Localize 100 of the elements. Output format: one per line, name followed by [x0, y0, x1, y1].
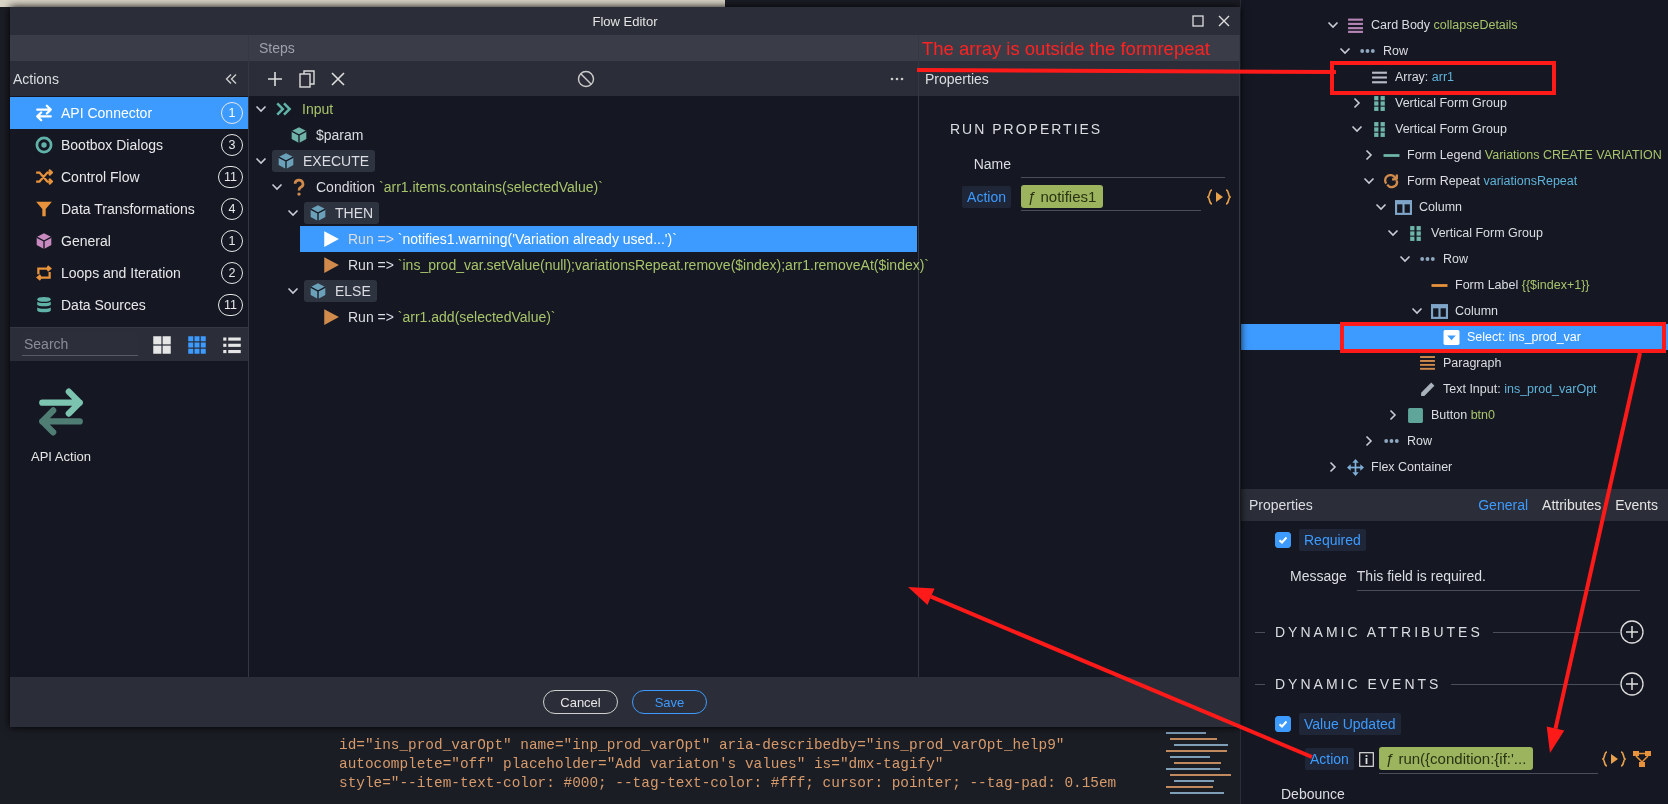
- move-icon: [1347, 458, 1364, 476]
- tree-item[interactable]: Button btn0: [1241, 402, 1668, 428]
- search-bar[interactable]: Search: [10, 327, 248, 361]
- chevron-down-icon[interactable]: [1339, 45, 1351, 57]
- panel-title: Steps: [259, 40, 295, 56]
- tree-item-label: Column: [1455, 304, 1499, 318]
- info-icon[interactable]: [1358, 751, 1374, 767]
- more-icon[interactable]: [890, 76, 904, 81]
- braces-play-icon[interactable]: [1207, 187, 1231, 206]
- chevron-down-icon[interactable]: [255, 103, 267, 115]
- step-row[interactable]: $param: [268, 122, 917, 148]
- checkmark-icon: [1277, 718, 1289, 730]
- dash-icon: [1383, 153, 1400, 157]
- tree-item[interactable]: Vertical Form Group: [1241, 116, 1668, 142]
- chevron-down-icon[interactable]: [287, 285, 299, 297]
- collapse-icon[interactable]: [224, 72, 238, 85]
- action-category[interactable]: Data Transformations 4: [10, 193, 248, 225]
- columns-icon: [1395, 198, 1412, 216]
- tab[interactable]: General: [1478, 497, 1529, 513]
- tree-item[interactable]: Row: [1241, 38, 1668, 64]
- tree-item-label: Form Label {{$index+1}}: [1455, 278, 1590, 292]
- step-row[interactable]: EXECUTE: [252, 148, 917, 174]
- add-icon[interactable]: [1620, 672, 1644, 696]
- tree-item[interactable]: Array: arr1: [1241, 64, 1668, 90]
- step-row[interactable]: Condition `arr1.items.contains(selectedValue)`: [268, 174, 917, 200]
- tree-item[interactable]: Row: [1241, 246, 1668, 272]
- section-title: DYNAMIC EVENTS: [1275, 676, 1442, 692]
- action-category[interactable]: Data Sources 11: [10, 289, 248, 321]
- tree-item-label: Vertical Form Group: [1395, 96, 1507, 110]
- chevron-down-icon[interactable]: [1351, 123, 1363, 135]
- chevron-right-icon[interactable]: [1363, 149, 1375, 161]
- tree-item[interactable]: Vertical Form Group: [1241, 90, 1668, 116]
- tree-item-label: Flex Container: [1371, 460, 1453, 474]
- action-tile[interactable]: API Action: [23, 387, 99, 464]
- chevron-down-icon[interactable]: [1387, 227, 1399, 239]
- action-field[interactable]: ƒ notifies1: [1021, 182, 1201, 211]
- chevron-down-icon[interactable]: [287, 207, 299, 219]
- chevron-right-icon[interactable]: [1327, 461, 1339, 473]
- tree-item[interactable]: Card Body collapseDetails: [1241, 12, 1668, 38]
- close-icon[interactable]: [1218, 15, 1230, 27]
- step-row[interactable]: ELSE: [284, 278, 917, 304]
- grid-view-icon[interactable]: [187, 334, 207, 355]
- action-category[interactable]: Control Flow 11: [10, 161, 248, 193]
- tree-item[interactable]: Column: [1241, 298, 1668, 324]
- square-icon: [1407, 406, 1424, 424]
- checkbox[interactable]: [1275, 532, 1291, 548]
- tree-item[interactable]: Flex Container: [1241, 454, 1668, 480]
- maximize-icon[interactable]: [1192, 15, 1204, 27]
- add-icon[interactable]: [267, 70, 283, 87]
- copy-icon[interactable]: [299, 69, 315, 88]
- tree-item[interactable]: Vertical Form Group: [1241, 220, 1668, 246]
- flow-icon[interactable]: [1631, 750, 1652, 768]
- checkbox-label: Required: [1299, 529, 1366, 551]
- tree-item[interactable]: Row: [1241, 428, 1668, 454]
- braces-play-icon[interactable]: [1601, 750, 1626, 768]
- checkmark-icon: [1277, 534, 1289, 546]
- window-title: Flow Editor: [592, 13, 658, 29]
- chevron-right-icon[interactable]: [1351, 97, 1363, 109]
- close-icon[interactable]: [331, 71, 345, 86]
- chevron-down-icon[interactable]: [255, 155, 267, 167]
- tree-item-label: Vertical Form Group: [1395, 122, 1507, 136]
- chevron-right-icon[interactable]: [1363, 435, 1375, 447]
- action-category[interactable]: Bootbox Dialogs 3: [10, 129, 248, 161]
- tree-item[interactable]: Form Legend Variations CREATE VARIATION: [1241, 142, 1668, 168]
- grid-view-icon[interactable]: [152, 334, 172, 355]
- message-field[interactable]: This field is required.: [1356, 561, 1640, 591]
- step-row[interactable]: THEN: [284, 200, 917, 226]
- arrows-icon: [36, 387, 86, 437]
- grid-icon: [1407, 224, 1424, 242]
- dropdown-icon: [1443, 328, 1460, 346]
- chevron-down-icon[interactable]: [1411, 305, 1423, 317]
- chevron-down-icon[interactable]: [1363, 175, 1375, 187]
- action-category[interactable]: Loops and Iteration 2: [10, 257, 248, 289]
- step-row[interactable]: Run => `arr1.add(selectedValue)`: [300, 304, 917, 330]
- tree-item[interactable]: Column: [1241, 194, 1668, 220]
- double-chevron-icon: [274, 100, 294, 118]
- tree-item-label: Row: [1443, 252, 1468, 266]
- chevron-down-icon[interactable]: [1375, 201, 1387, 213]
- tab[interactable]: Events: [1615, 497, 1658, 513]
- tree-item[interactable]: Form Label {{$index+1}}: [1241, 272, 1668, 298]
- tree-item[interactable]: Form Repeat variationsRepeat: [1241, 168, 1668, 194]
- panel-title: Properties: [924, 70, 989, 87]
- tree-item[interactable]: Text Input: ins_prod_varOpt: [1241, 376, 1668, 402]
- chevron-down-icon[interactable]: [1327, 19, 1339, 31]
- add-icon[interactable]: [1620, 620, 1644, 644]
- tree-item[interactable]: Paragraph: [1241, 350, 1668, 376]
- disable-icon[interactable]: [576, 69, 595, 88]
- arrows-icon: [35, 104, 53, 122]
- checkbox[interactable]: [1275, 716, 1291, 732]
- tab[interactable]: Attributes: [1542, 497, 1602, 513]
- chevron-down-icon[interactable]: [1399, 253, 1411, 265]
- step-label: Run => `arr1.add(selectedValue)`: [348, 309, 556, 325]
- field-label: Action: [962, 185, 1011, 208]
- chevron-down-icon[interactable]: [271, 181, 283, 193]
- chevron-right-icon[interactable]: [1387, 409, 1399, 421]
- step-row[interactable]: Input: [252, 96, 917, 122]
- action-category[interactable]: General 1: [10, 225, 248, 257]
- panel-title: Properties: [1249, 497, 1313, 513]
- tree-item-label: Button btn0: [1431, 408, 1495, 422]
- database-icon: [35, 296, 53, 314]
